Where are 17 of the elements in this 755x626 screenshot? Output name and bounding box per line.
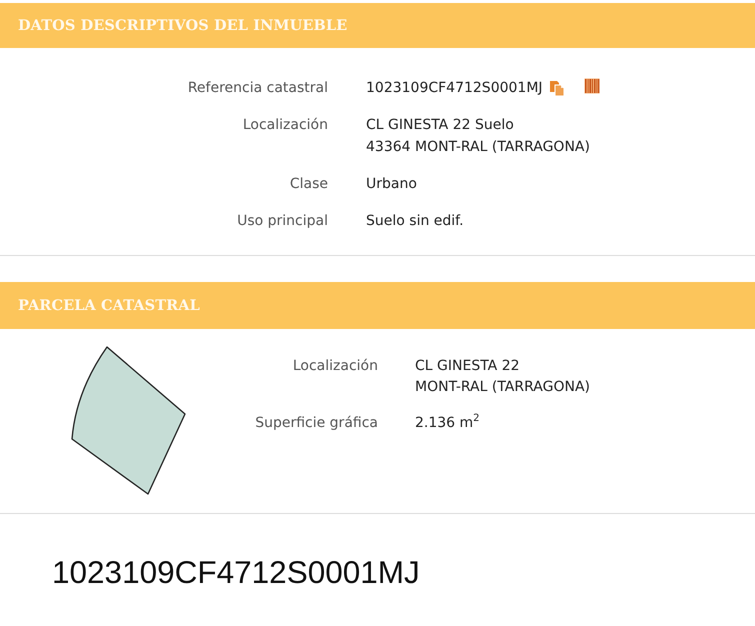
field-label: Uso principal: [237, 212, 328, 231]
section-title: DATOS DESCRIPTIVOS DEL INMUEBLE: [18, 17, 348, 34]
field-value: CL GINESTA 22 MONT-RAL (TARRAGONA): [415, 357, 590, 397]
field-value: Urbano: [366, 175, 417, 194]
field-value: Suelo sin edif.: [366, 212, 464, 231]
field-label: Localización: [292, 357, 378, 376]
field-value: CL GINESTA 22 Suelo 43364 MONT-RAL (TARRAGONA): [366, 116, 590, 157]
field-label: Referencia catastral: [188, 79, 328, 98]
copy-icon[interactable]: [548, 80, 565, 96]
field-label: Superficie gráfica: [255, 414, 378, 433]
field-value: 1023109CF4712S0001MJ: [366, 79, 543, 98]
field-value: 2.136 m$^{2}$: [415, 413, 480, 433]
section-title: PARCELA CATASTRAL: [18, 297, 200, 314]
barcode-icon[interactable]: [584, 78, 600, 94]
reference-code: 1023109CF4712S0001MJ: [52, 554, 420, 590]
field-label: Localización: [242, 116, 328, 135]
field-label: Clase: [290, 175, 328, 194]
